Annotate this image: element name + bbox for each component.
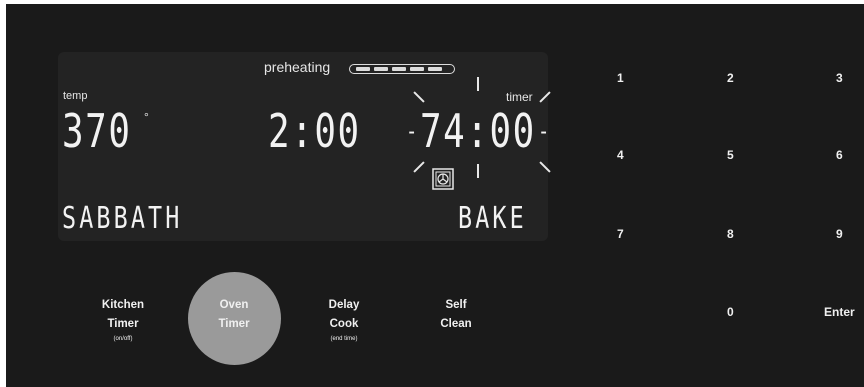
preheat-segment: [392, 67, 406, 71]
timer-label: timer: [506, 90, 533, 104]
oven-timer-line1: Oven: [219, 299, 249, 311]
preheat-segment: [410, 67, 424, 71]
kitchen-timer-line2: Timer: [107, 318, 139, 330]
self-clean-line1: Self: [445, 299, 467, 311]
delay-cook-button[interactable]: Delay Cook (end time): [304, 296, 384, 344]
key-5[interactable]: 5: [727, 148, 734, 162]
kitchen-timer-sub: (on/off): [113, 336, 133, 342]
preheat-segment: [374, 67, 388, 71]
preheating-label: preheating: [264, 59, 331, 75]
timer-flash-ray: [477, 77, 479, 91]
clock-readout: 2:00: [268, 104, 361, 158]
key-2[interactable]: 2: [727, 71, 734, 85]
key-0[interactable]: 0: [727, 305, 734, 319]
oven-fan-icon: [432, 168, 454, 190]
mode-bake: BAKE: [458, 201, 527, 236]
key-6[interactable]: 6: [836, 148, 843, 162]
delay-cook-sub: (end time): [330, 336, 358, 342]
control-panel: preheating temp 370 ° 2:00 timer 74:00 -…: [6, 4, 864, 387]
key-8[interactable]: 8: [727, 227, 734, 241]
preheat-segment: [428, 67, 442, 71]
key-7[interactable]: 7: [617, 227, 624, 241]
delay-cook-line1: Delay: [328, 299, 360, 311]
enter-button[interactable]: Enter: [824, 305, 855, 319]
timer-flash-ray: [539, 161, 551, 173]
timer-flash-ray: [413, 161, 425, 173]
timer-dash-left: -: [406, 117, 419, 145]
oven-timer-button[interactable]: Oven Timer: [194, 296, 274, 334]
timer-flash-ray: [413, 91, 425, 103]
mode-sabbath: SABBATH: [62, 201, 183, 236]
delay-cook-line2: Cook: [329, 318, 359, 330]
lcd-display: preheating temp 370 ° 2:00 timer 74:00 -…: [58, 52, 551, 241]
temp-readout: 370: [62, 104, 132, 158]
preheat-segment: [356, 67, 370, 71]
self-clean-button[interactable]: Self Clean: [416, 296, 496, 334]
timer-flash-ray: [477, 164, 479, 178]
kitchen-timer-button[interactable]: Kitchen Timer (on/off): [83, 296, 163, 344]
key-9[interactable]: 9: [836, 227, 843, 241]
key-3[interactable]: 3: [836, 71, 843, 85]
oven-timer-line2: Timer: [218, 318, 250, 330]
key-4[interactable]: 4: [617, 148, 624, 162]
degree-symbol: °: [144, 110, 149, 124]
timer-readout: 74:00: [420, 104, 536, 158]
preheat-progress-bar: [349, 64, 455, 74]
self-clean-line2: Clean: [440, 318, 472, 330]
timer-flash-ray: [539, 91, 551, 103]
temp-label: temp: [63, 90, 88, 102]
kitchen-timer-line1: Kitchen: [101, 299, 145, 311]
key-1[interactable]: 1: [617, 71, 624, 85]
timer-dash-right: -: [538, 117, 551, 145]
